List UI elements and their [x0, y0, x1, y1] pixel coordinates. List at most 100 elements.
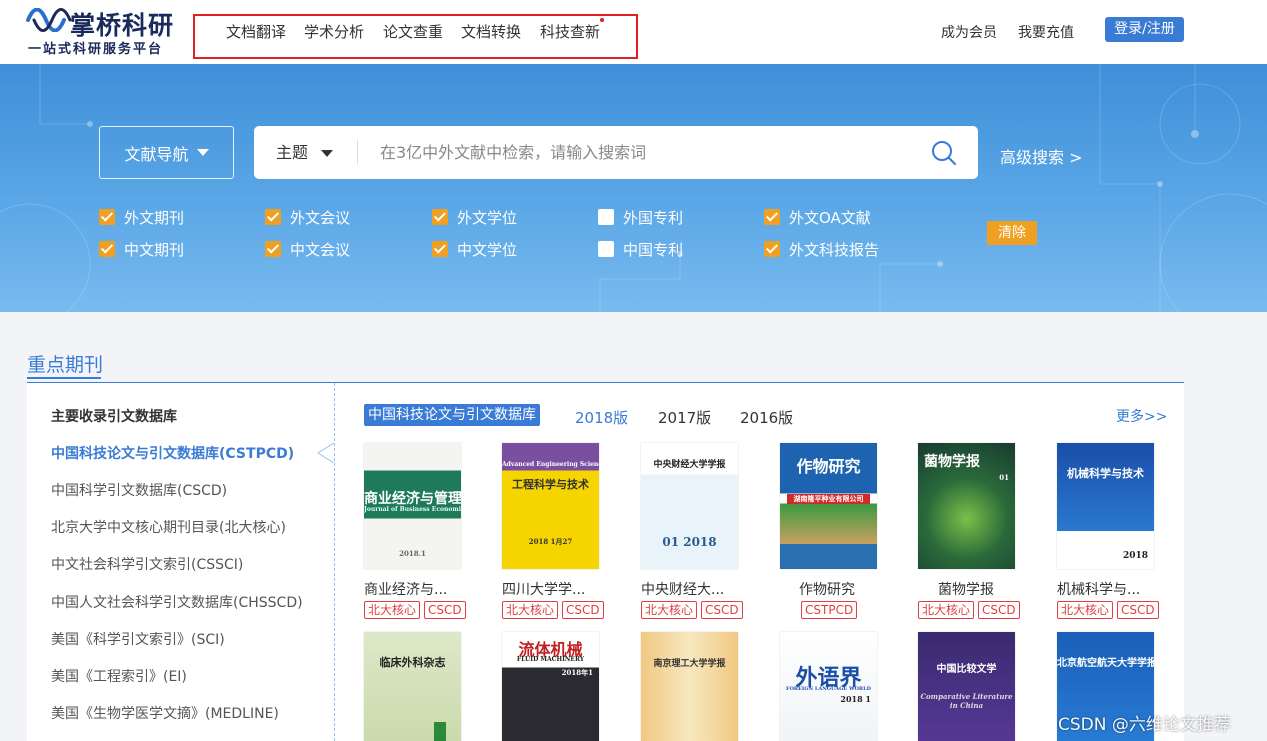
checkbox-box [99, 209, 115, 225]
more-link[interactable]: 更多>> [1116, 406, 1167, 426]
sidebar-item-chsscd[interactable]: 中国人文社会科学引文数据库(CHSSCD) [51, 592, 303, 612]
watermark: CSDN @六维论文推荐 [1058, 715, 1231, 735]
cover-subtitle: Journal of Business Economics [364, 506, 461, 513]
sidebar-item-ei[interactable]: 美国《工程索引》(EI) [51, 666, 187, 686]
journal-cover[interactable]: 机械科学与技术 2018 [1057, 443, 1154, 569]
cover-date: 01 [999, 473, 1009, 482]
journal-cover[interactable]: 流体机械 FLUID MACHINERY 2018年1 [502, 632, 599, 741]
checkbox-label: 外文会议 [290, 208, 351, 227]
journal-name[interactable]: 菌物学报 [938, 579, 1048, 599]
checkbox-box [265, 241, 281, 257]
checkbox-foreign-conferences[interactable]: 外文会议 [265, 208, 351, 227]
cover-subtitle: FOREIGN LANGUAGE WORLD [786, 686, 871, 692]
journal-cover[interactable]: 中国比较文学 Comparative Literature in China [918, 632, 1015, 741]
cover-date: 2018 1月27 [528, 537, 573, 546]
search-divider [357, 140, 358, 165]
cover-title: 工程科学与技术 [512, 478, 589, 491]
checkbox-label: 外文期刊 [124, 208, 185, 227]
tag-pku-core: 北大核心 [502, 601, 559, 619]
journal-cover[interactable]: 作物研究 湖南隆平种业有限公司 [780, 443, 877, 569]
sidebar-item-pku-core[interactable]: 北京大学中文核心期刊目录(北大核心) [51, 517, 286, 537]
journal-cover[interactable]: 临床外科杂志 [364, 632, 461, 741]
nav-doc-convert[interactable]: 文档转换 [461, 21, 521, 42]
checkbox-chinese-theses[interactable]: 中文学位 [432, 240, 517, 259]
logo[interactable]: 掌桥科研 一站式科研服务平台 [26, 6, 186, 58]
sidebar-item-cscd[interactable]: 中国科学引文数据库(CSCD) [51, 480, 227, 500]
literature-nav-button[interactable]: 文献导航 [99, 126, 234, 179]
logo-wave-icon [26, 8, 72, 32]
sidebar-item-sci[interactable]: 美国《科学引文索引》(SCI) [51, 629, 225, 649]
cover-title: 中央财经大学学报 [653, 460, 726, 470]
sidebar-divider [334, 383, 335, 741]
checkbox-box [265, 209, 281, 225]
cover-title: 北京航空航天大学学报 [1057, 658, 1154, 669]
new-badge-dot [600, 18, 604, 22]
login-register-button[interactable]: 登录/注册 [1105, 17, 1184, 42]
nav-doc-translate[interactable]: 文档翻译 [226, 21, 286, 42]
checkbox-chinese-patents[interactable]: 中国专利 [598, 240, 683, 259]
cover-banner: 湖南隆平种业有限公司 [786, 494, 871, 504]
search-icon[interactable] [931, 140, 957, 166]
cover-title: 机械科学与技术 [1067, 467, 1144, 480]
nav-plagiarism-check[interactable]: 论文查重 [383, 21, 443, 42]
tag-cscd: CSCD [701, 601, 743, 619]
cover-title: 中国比较文学 [936, 664, 997, 675]
journal-cover[interactable]: 商业经济与管理 Journal of Business Economics 20… [364, 443, 461, 569]
journal-name[interactable]: 机械科学与... [1057, 579, 1167, 599]
cover-date: 2018.1 [399, 549, 426, 558]
checkbox-chinese-conferences[interactable]: 中文会议 [265, 240, 350, 259]
sidebar-item-cssci[interactable]: 中文社会科学引文索引(CSSCI) [51, 554, 243, 574]
search-banner: 文献导航 主题 高级搜索 > 外文期刊 外文会议 外文学位 外国专利 外文OA文… [0, 64, 1267, 312]
journal-name[interactable]: 商业经济与... [364, 579, 474, 599]
checkbox-label: 中文期刊 [124, 240, 185, 259]
search-input[interactable] [380, 126, 900, 179]
checkbox-label: 外文OA文献 [789, 208, 871, 227]
checkbox-foreign-oa[interactable]: 外文OA文献 [764, 208, 871, 227]
caret-down-icon [321, 150, 334, 157]
journal-cover[interactable]: 菌物学报 01 [918, 443, 1015, 569]
checkbox-foreign-patents[interactable]: 外国专利 [598, 208, 684, 227]
checkbox-foreign-theses[interactable]: 外文学位 [432, 208, 517, 227]
logo-title: 掌桥科研 [70, 11, 175, 40]
checkbox-label: 外文科技报告 [789, 240, 880, 259]
sidebar-item-cstpcd[interactable]: 中国科技论文与引文数据库(CSTPCD) [51, 443, 294, 463]
checkbox-foreign-journals[interactable]: 外文期刊 [99, 208, 185, 227]
tag-pku-core: 北大核心 [918, 601, 975, 619]
nav-novelty-search[interactable]: 科技查新 [540, 21, 600, 42]
search-field-select[interactable]: 主题 [276, 126, 334, 179]
cover-title: 南京理工大学学报 [653, 659, 726, 669]
clear-button[interactable]: 清除 [987, 221, 1037, 245]
recharge-link[interactable]: 我要充值 [1018, 22, 1074, 42]
journal-cover[interactable]: Advanced Engineering Sciences 工程科学与技术 20… [502, 443, 599, 569]
checkbox-box [598, 209, 614, 225]
top-header: 掌桥科研 一站式科研服务平台 文档翻译 学术分析 论文查重 文档转换 科技查新 … [0, 0, 1267, 64]
tag-cscd: CSCD [978, 601, 1020, 619]
search-box: 主题 [254, 126, 978, 179]
journal-name[interactable]: 中央财经大... [641, 579, 751, 599]
journal-cover[interactable]: 中央财经大学学报 01 2018 [641, 443, 738, 569]
sidebar-item-medline[interactable]: 美国《生物学医学文摘》(MEDLINE) [51, 703, 279, 723]
cover-title: 作物研究 [796, 457, 861, 476]
tab-2016[interactable]: 2016版 [740, 407, 793, 428]
cover-subtitle: Comparative Literature in China [920, 692, 1013, 710]
journal-name[interactable]: 作物研究 [799, 579, 909, 599]
advanced-search-link[interactable]: 高级搜索 > [1000, 144, 1083, 168]
section-title: 重点期刊 [27, 354, 104, 376]
nav-academic-analysis[interactable]: 学术分析 [304, 21, 364, 42]
checkbox-box [598, 241, 614, 257]
journal-cover[interactable]: 外语界 FOREIGN LANGUAGE WORLD 2018 1 [780, 632, 877, 741]
tab-cstpcd[interactable]: 中国科技论文与引文数据库 [364, 404, 540, 426]
checkbox-label: 外国专利 [623, 208, 684, 227]
journal-cover[interactable]: 南京理工大学学报 [641, 632, 738, 741]
tab-2017[interactable]: 2017版 [658, 407, 711, 428]
journal-name[interactable]: 四川大学学... [502, 579, 612, 599]
tag-pku-core: 北大核心 [364, 601, 421, 619]
tab-2018[interactable]: 2018版 [575, 407, 628, 428]
cover-date: 2018 [1122, 551, 1148, 561]
become-member-link[interactable]: 成为会员 [941, 22, 997, 42]
literature-nav-label: 文献导航 [124, 144, 189, 164]
cover-date: 2018 1 [840, 694, 871, 704]
checkbox-chinese-journals[interactable]: 中文期刊 [99, 240, 185, 259]
tag-cstpcd: CSTPCD [801, 601, 858, 619]
checkbox-foreign-tech-reports[interactable]: 外文科技报告 [764, 240, 880, 259]
